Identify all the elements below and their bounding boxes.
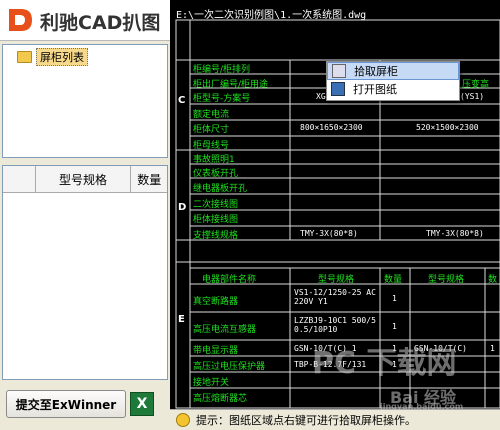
submit-exwinner-button[interactable]: 提交至ExWinner <box>6 390 126 418</box>
table-head: 数量 <box>384 275 403 285</box>
row-label: 柜体接线图 <box>193 215 239 225</box>
tree-item-label: 屏柜列表 <box>36 48 88 66</box>
grid-header-model[interactable]: 型号规格 <box>36 166 132 192</box>
component-label: 接地开关 <box>193 378 230 388</box>
app-title: 利驰CAD扒图 <box>40 12 161 34</box>
row-label: 事故照明1 <box>193 155 235 165</box>
component-label: 真空断路器 <box>193 297 239 307</box>
lightbulb-icon <box>176 413 190 427</box>
grid-header: 型号规格 数量 <box>3 166 167 193</box>
cabinet-tree[interactable]: 屏柜列表 <box>2 44 168 158</box>
row-label: 柜型号-方案号 <box>193 94 251 104</box>
tree-item-cabinet-list[interactable]: 屏柜列表 <box>17 48 88 66</box>
component-label: 高压电流互感器 <box>193 325 257 335</box>
component-label: 高压熔断器芯 <box>193 394 248 404</box>
component-label: 带电显示器 <box>193 346 239 356</box>
row-label: 二次接线图 <box>193 200 239 210</box>
menu-item-pick-cabinet[interactable]: 拾取屏柜 <box>327 62 459 80</box>
excel-export-icon[interactable]: X <box>130 392 154 416</box>
folder-icon <box>17 51 32 63</box>
spec-value: VS1-12/1250-25 AC 220V Y1 <box>294 288 376 306</box>
row-label: 仪表板开孔 <box>193 169 239 179</box>
section-e-label: E <box>178 314 185 325</box>
cell-value: 压变高 <box>462 80 490 90</box>
menu-item-label: 打开图纸 <box>353 83 397 96</box>
qty-value: 1 <box>392 322 397 331</box>
app-logo-icon <box>9 9 32 31</box>
row-label: 支撑线规格 <box>193 231 239 241</box>
table-head: 型号规格 <box>318 275 355 285</box>
qty-value: 1 <box>490 344 495 353</box>
hint-text: 提示：图纸区域点右键可进行拾取屏柜操作。 <box>196 414 416 427</box>
row-label: 柜体尺寸 <box>193 125 230 135</box>
app-header: 利驰CAD扒图 <box>0 0 170 41</box>
menu-item-open-drawing[interactable]: 打开图纸 <box>327 80 459 98</box>
grid-header-qty[interactable]: 数量 <box>131 166 167 192</box>
open-drawing-icon <box>331 82 345 96</box>
row-label: 柜编号/柜排列 <box>193 65 251 75</box>
component-label: 高压过电压保护器 <box>193 362 266 372</box>
table-head: 数 <box>488 275 498 285</box>
row-label: 继电器板开孔 <box>193 184 248 194</box>
drawing-path: E:\一次二次识别例图\1.一次系统图.dwg <box>176 10 367 21</box>
cell-value: 800×1650×2300 <box>300 123 363 132</box>
spec-grid[interactable]: 型号规格 数量 <box>2 165 168 380</box>
row-label: 柜母线号 <box>193 141 230 151</box>
status-hint-bar: 提示：图纸区域点右键可进行拾取屏柜操作。 <box>170 409 500 430</box>
grid-header-blank[interactable] <box>3 166 36 192</box>
section-c-label: C <box>178 95 186 106</box>
menu-item-label: 拾取屏柜 <box>354 65 398 78</box>
bottom-bar: 提交至ExWinner X <box>0 386 170 429</box>
context-menu[interactable]: 拾取屏柜 打开图纸 <box>326 61 460 101</box>
cell-value: 520×1500×2300 <box>416 123 479 132</box>
cell-value: (YS1) <box>460 92 485 101</box>
row-label: 柜出厂编号/柜用途 <box>193 80 269 90</box>
pick-cabinet-icon <box>332 64 346 78</box>
section-d-label: D <box>178 202 187 213</box>
cell-value: TMY-3X(80*8) <box>300 229 358 238</box>
watermark: jingyan.baidu.com <box>380 402 464 411</box>
qty-value: 1 <box>392 294 397 303</box>
row-label: 额定电流 <box>193 110 230 120</box>
table-head: 型号规格 <box>428 275 465 285</box>
cell-value: TMY-3X(80*8) <box>426 229 484 238</box>
left-panel: 利驰CAD扒图 屏柜列表 型号规格 数量 提交至ExWinner X <box>0 0 170 429</box>
spec-value: LZZBJ9-10C1 500/5 0.5/10P10 <box>294 316 376 334</box>
watermark: PC 下载网 <box>312 346 457 381</box>
table-head: 电器部件名称 <box>202 275 257 285</box>
